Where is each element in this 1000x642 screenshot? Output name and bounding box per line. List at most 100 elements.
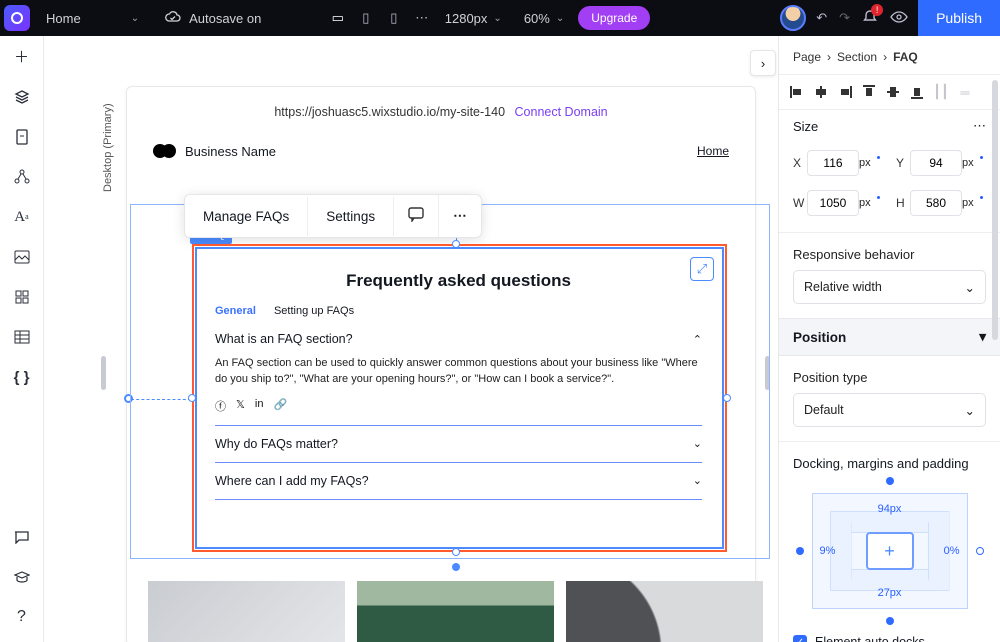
- app-logo[interactable]: [4, 5, 30, 31]
- facebook-icon[interactable]: ⓕ: [215, 398, 226, 414]
- tablet-icon[interactable]: ▯: [357, 10, 375, 26]
- align-center-v-icon[interactable]: [885, 85, 901, 99]
- manage-faqs-button[interactable]: Manage FAQs: [185, 197, 308, 236]
- business-logo-icon: [153, 143, 177, 159]
- auto-docks-row[interactable]: ✓ Element auto docks: [779, 635, 1000, 642]
- auto-docks-label: Element auto docks: [815, 635, 925, 642]
- layers-icon[interactable]: [13, 88, 31, 106]
- code-icon[interactable]: { }: [13, 368, 31, 386]
- size-header: Size: [793, 119, 818, 134]
- connect-domain-link[interactable]: Connect Domain: [515, 105, 608, 119]
- y-input[interactable]: [910, 150, 962, 176]
- responsive-select[interactable]: Relative width ⌄: [793, 270, 986, 304]
- expand-icon[interactable]: ⤢: [690, 257, 714, 281]
- position-header: Position: [793, 330, 846, 345]
- gallery-image[interactable]: [148, 581, 345, 642]
- align-left-icon[interactable]: [789, 85, 805, 99]
- resize-handle-left[interactable]: [101, 356, 106, 390]
- chevron-up-icon: ⌃: [693, 333, 702, 346]
- dock-pin-left[interactable]: [796, 547, 804, 555]
- faq-item[interactable]: Where can I add my FAQs?⌄: [215, 463, 702, 500]
- docking-control[interactable]: + 94px 27px 9% 0%: [800, 481, 980, 621]
- undo-icon[interactable]: ↶: [816, 10, 827, 26]
- page-dropdown[interactable]: Home ⌄: [38, 7, 147, 30]
- crumb-page[interactable]: Page: [793, 50, 821, 64]
- collapse-panel-button[interactable]: ›: [750, 50, 776, 76]
- link-icon[interactable]: 🔗: [273, 398, 287, 414]
- zoom-level[interactable]: 60%: [524, 11, 550, 26]
- desktop-icon[interactable]: ▭: [329, 10, 347, 26]
- apps-icon[interactable]: [13, 288, 31, 306]
- redo-icon[interactable]: ↷: [839, 10, 850, 26]
- avatar[interactable]: [780, 5, 806, 31]
- image-icon[interactable]: [13, 248, 31, 266]
- more-devices-icon[interactable]: ⋯: [413, 10, 431, 26]
- autosave-toggle[interactable]: Autosave on: [165, 11, 261, 26]
- linkedin-icon[interactable]: in: [255, 398, 264, 414]
- align-center-h-icon[interactable]: [813, 85, 829, 99]
- w-input[interactable]: [807, 190, 859, 216]
- preview-icon[interactable]: [890, 11, 908, 26]
- crumb-section[interactable]: Section: [837, 50, 877, 64]
- help-icon[interactable]: ?: [13, 608, 31, 626]
- y-label: Y: [896, 156, 910, 170]
- distribute-v-icon: ═: [957, 85, 973, 99]
- gallery-image[interactable]: [566, 581, 763, 642]
- dock-pin-right[interactable]: [976, 547, 984, 555]
- cloud-icon: [165, 11, 181, 26]
- more-icon[interactable]: ⋯: [439, 196, 481, 236]
- align-bottom-icon[interactable]: [909, 85, 925, 99]
- resize-handle[interactable]: [723, 394, 731, 402]
- faq-tab-general[interactable]: General: [215, 305, 256, 317]
- scrollbar[interactable]: [992, 80, 998, 340]
- add-padding-button[interactable]: +: [866, 532, 914, 570]
- faq-widget[interactable]: ⤢ Frequently asked questions General Set…: [195, 247, 724, 549]
- publish-button[interactable]: Publish: [918, 0, 1000, 36]
- dock-right-value[interactable]: 0%: [944, 545, 960, 557]
- chat-icon[interactable]: [13, 528, 31, 546]
- checkbox-checked-icon[interactable]: ✓: [793, 635, 807, 642]
- notifications-button[interactable]: !: [862, 9, 878, 28]
- add-icon[interactable]: ＋: [13, 48, 31, 66]
- page-icon[interactable]: [13, 128, 31, 146]
- x-icon[interactable]: 𝕏: [236, 398, 245, 414]
- mobile-icon[interactable]: ▯: [385, 10, 403, 26]
- nav-home-link[interactable]: Home: [697, 144, 729, 158]
- h-input[interactable]: [910, 190, 962, 216]
- distribute-h-icon: ┃┃: [933, 85, 949, 99]
- responsive-value: Relative width: [804, 280, 882, 294]
- autosave-label: Autosave on: [189, 11, 261, 26]
- comment-icon[interactable]: [394, 195, 439, 237]
- resize-handle[interactable]: [452, 563, 460, 571]
- viewport-width[interactable]: 1280px: [445, 11, 488, 26]
- settings-button[interactable]: Settings: [308, 197, 394, 236]
- upgrade-button[interactable]: Upgrade: [578, 6, 650, 30]
- dock-bottom-value[interactable]: 27px: [878, 587, 902, 599]
- resize-handle[interactable]: [452, 548, 460, 556]
- x-input[interactable]: [807, 150, 859, 176]
- learn-icon[interactable]: [13, 568, 31, 586]
- connections-icon[interactable]: [13, 168, 31, 186]
- y-unit[interactable]: px: [962, 157, 986, 169]
- h-unit[interactable]: px: [962, 197, 986, 209]
- dock-left-value[interactable]: 9%: [820, 545, 836, 557]
- x-unit[interactable]: px: [859, 157, 883, 169]
- w-unit[interactable]: px: [859, 197, 883, 209]
- faq-item[interactable]: Why do FAQs matter?⌄: [215, 426, 702, 463]
- data-icon[interactable]: [13, 328, 31, 346]
- gallery-image[interactable]: [357, 581, 554, 642]
- align-right-icon[interactable]: [837, 85, 853, 99]
- typography-icon[interactable]: Aa: [13, 208, 31, 226]
- dock-pin-top[interactable]: [886, 477, 894, 485]
- faq-item[interactable]: What is an FAQ section?⌃ An FAQ section …: [215, 321, 702, 426]
- caret-down-icon[interactable]: ▾: [979, 329, 986, 345]
- faq-question: Why do FAQs matter?: [215, 437, 338, 451]
- crumb-faq[interactable]: FAQ: [893, 50, 918, 64]
- chevron-right-icon: ›: [827, 50, 831, 64]
- faq-tab-setup[interactable]: Setting up FAQs: [274, 305, 354, 317]
- align-top-icon[interactable]: [861, 85, 877, 99]
- dock-top-value[interactable]: 94px: [878, 503, 902, 515]
- more-icon[interactable]: ⋯: [973, 118, 986, 134]
- dock-pin-bottom[interactable]: [886, 617, 894, 625]
- position-type-select[interactable]: Default ⌄: [793, 393, 986, 427]
